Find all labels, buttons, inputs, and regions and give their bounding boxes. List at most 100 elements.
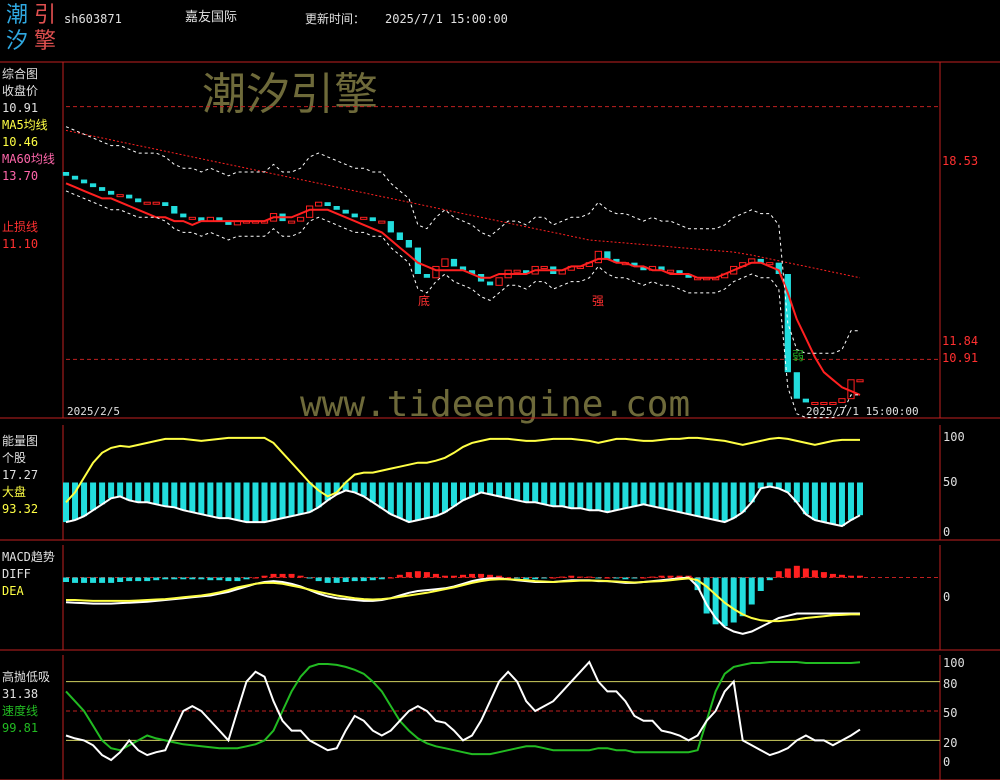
macd-bar bbox=[532, 577, 539, 580]
candle-up bbox=[152, 201, 160, 205]
candle-down bbox=[793, 372, 800, 399]
candle-up bbox=[378, 220, 386, 224]
candle-down bbox=[71, 175, 79, 180]
energy-bar bbox=[207, 482, 214, 517]
energy-bar bbox=[577, 482, 584, 509]
candle-up bbox=[188, 216, 196, 220]
macd-bar bbox=[225, 577, 232, 582]
macd-bar bbox=[460, 574, 466, 578]
energy-bar bbox=[189, 482, 196, 513]
macd-bar bbox=[135, 577, 142, 582]
macd-bar bbox=[243, 577, 250, 580]
macd-bar bbox=[234, 577, 241, 582]
macd-bar bbox=[857, 575, 863, 578]
sell-axis-80: 80 bbox=[943, 677, 958, 691]
energy-bar bbox=[279, 482, 286, 519]
marker-weak: 弱 bbox=[792, 349, 805, 363]
energy-bar bbox=[117, 482, 124, 497]
macd-bar bbox=[631, 577, 638, 579]
sell-panel-title: 高抛低吸 bbox=[2, 670, 51, 684]
macd-bar bbox=[577, 576, 584, 578]
energy-bar bbox=[730, 482, 737, 519]
macd-bar bbox=[333, 577, 340, 583]
dea-label: DEA bbox=[2, 584, 24, 598]
candle-up bbox=[766, 262, 774, 266]
energy-bar bbox=[162, 482, 169, 507]
energy-bar bbox=[685, 482, 692, 515]
macd-bar bbox=[658, 575, 665, 578]
energy-bar bbox=[712, 482, 719, 521]
close-value: 10.91 bbox=[2, 101, 39, 115]
energy-bar bbox=[135, 482, 142, 503]
macd-bar bbox=[802, 568, 809, 578]
macd-bar bbox=[396, 574, 403, 578]
speed-value: 99.81 bbox=[2, 721, 39, 735]
energy-panel-title: 能量图 bbox=[2, 434, 39, 448]
macd-bar bbox=[667, 575, 674, 578]
energy-bar bbox=[387, 482, 394, 515]
macd-bar bbox=[207, 577, 214, 581]
macd-bar bbox=[360, 577, 367, 582]
candle-up bbox=[296, 216, 305, 222]
energy-bar bbox=[838, 482, 845, 527]
marker-strong: 强 bbox=[592, 294, 605, 308]
ma5-label: MA5均线 bbox=[2, 118, 48, 132]
energy-bar bbox=[613, 482, 620, 511]
energy-bar bbox=[405, 482, 412, 523]
energy-bar bbox=[478, 482, 485, 493]
macd-bar bbox=[369, 577, 376, 581]
energy-bar bbox=[487, 482, 494, 495]
ma5-value: 10.46 bbox=[2, 135, 39, 149]
lower-band-line bbox=[65, 190, 860, 419]
candle-up bbox=[432, 265, 440, 279]
macd-bar bbox=[378, 577, 385, 580]
speed-label: 速度线 bbox=[2, 704, 39, 718]
macd-bar bbox=[640, 577, 647, 579]
macd-bar bbox=[198, 577, 205, 580]
energy-bar bbox=[505, 482, 512, 499]
candle-up bbox=[441, 258, 449, 267]
macd-bar bbox=[775, 571, 782, 578]
macd-panel-title: MACD趋势 bbox=[2, 550, 55, 564]
energy-bar bbox=[288, 482, 295, 517]
energy-bar bbox=[126, 482, 133, 501]
macd-bar bbox=[838, 574, 845, 578]
macd-bar bbox=[541, 577, 548, 579]
energy-bar bbox=[81, 482, 88, 517]
candle-up bbox=[838, 398, 846, 403]
macd-bar bbox=[171, 577, 178, 580]
macd-bar bbox=[757, 577, 764, 591]
macd-bar bbox=[90, 577, 97, 583]
stop-value: 11.10 bbox=[2, 237, 39, 251]
energy-bar bbox=[460, 482, 466, 501]
candle-up bbox=[143, 201, 151, 205]
macd-bar bbox=[216, 577, 223, 581]
macd-bar bbox=[261, 575, 268, 578]
macd-bar bbox=[63, 577, 69, 582]
energy-bar bbox=[99, 482, 106, 505]
energy-bar bbox=[234, 482, 241, 521]
candle-down bbox=[351, 213, 358, 218]
candle-down bbox=[387, 221, 394, 233]
date-end: 2025/7/1 15:00:00 bbox=[806, 405, 919, 418]
energy-bar bbox=[450, 482, 457, 507]
energy-bar bbox=[649, 482, 656, 507]
energy-bar bbox=[396, 482, 403, 519]
macd-bar bbox=[153, 577, 160, 581]
energy-bar bbox=[568, 482, 575, 509]
sell-axis-0: 0 bbox=[943, 755, 951, 769]
candle-down bbox=[162, 202, 169, 206]
energy-bar bbox=[243, 482, 250, 523]
energy-bar bbox=[153, 482, 160, 505]
energy-bar bbox=[514, 482, 521, 501]
energy-bar bbox=[658, 482, 665, 509]
energy-market-label: 大盘 bbox=[2, 485, 27, 499]
macd-bar bbox=[432, 573, 439, 578]
macd-bar bbox=[414, 571, 421, 578]
macd-bar bbox=[811, 570, 818, 578]
macd-bar bbox=[622, 577, 629, 580]
macd-bar bbox=[649, 576, 656, 578]
candle-up bbox=[116, 194, 124, 198]
macd-bar bbox=[72, 577, 79, 583]
ma60-line bbox=[65, 129, 861, 279]
